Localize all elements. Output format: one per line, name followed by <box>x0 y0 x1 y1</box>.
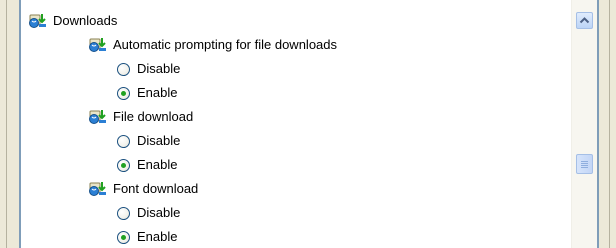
radio-option-disable[interactable]: Disable <box>117 130 180 152</box>
tree-item-label: Automatic prompting for file downloads <box>113 37 338 52</box>
radio-button-checked[interactable] <box>117 86 130 100</box>
radio-label: Disable <box>137 133 181 148</box>
radio-button[interactable] <box>117 206 130 220</box>
tree-item-file-download[interactable]: File download <box>89 106 193 128</box>
settings-folder-icon <box>89 38 106 52</box>
settings-folder-icon <box>89 110 106 124</box>
radio-button-checked[interactable] <box>117 158 130 172</box>
radio-label: Enable <box>137 229 178 244</box>
scroll-up-button[interactable] <box>576 12 593 29</box>
radio-option-disable[interactable]: Disable <box>117 202 180 224</box>
radio-button[interactable] <box>117 134 130 148</box>
tree-item-font-download[interactable]: Font download <box>89 178 198 200</box>
radio-label: Disable <box>137 61 181 76</box>
vertical-scrollbar[interactable] <box>571 0 597 248</box>
tree-item-label: Downloads <box>53 13 118 28</box>
settings-folder-icon <box>29 14 46 28</box>
settings-tree-panel: Downloads Automatic prompting for file d… <box>19 0 599 248</box>
radio-option-enable[interactable]: Enable <box>117 226 177 248</box>
radio-option-enable[interactable]: Enable <box>117 154 177 176</box>
radio-option-enable[interactable]: Enable <box>117 82 177 104</box>
tree-item-label: Font download <box>113 181 199 196</box>
tree-item-automatic-prompting[interactable]: Automatic prompting for file downloads <box>89 34 337 56</box>
radio-label: Enable <box>137 157 178 172</box>
radio-label: Disable <box>137 205 181 220</box>
radio-label: Enable <box>137 85 178 100</box>
radio-option-disable[interactable]: Disable <box>117 58 180 80</box>
settings-folder-icon <box>89 182 106 196</box>
chevron-up-icon <box>579 17 590 24</box>
radio-button-checked[interactable] <box>117 230 130 244</box>
right-background-stripe <box>609 0 610 248</box>
scroll-thumb[interactable] <box>576 154 593 174</box>
left-background-stripe <box>6 0 7 248</box>
settings-tree: Downloads Automatic prompting for file d… <box>21 0 571 248</box>
radio-button[interactable] <box>117 62 130 76</box>
tree-item-label: File download <box>113 109 194 124</box>
tree-item-downloads[interactable]: Downloads <box>29 10 117 32</box>
